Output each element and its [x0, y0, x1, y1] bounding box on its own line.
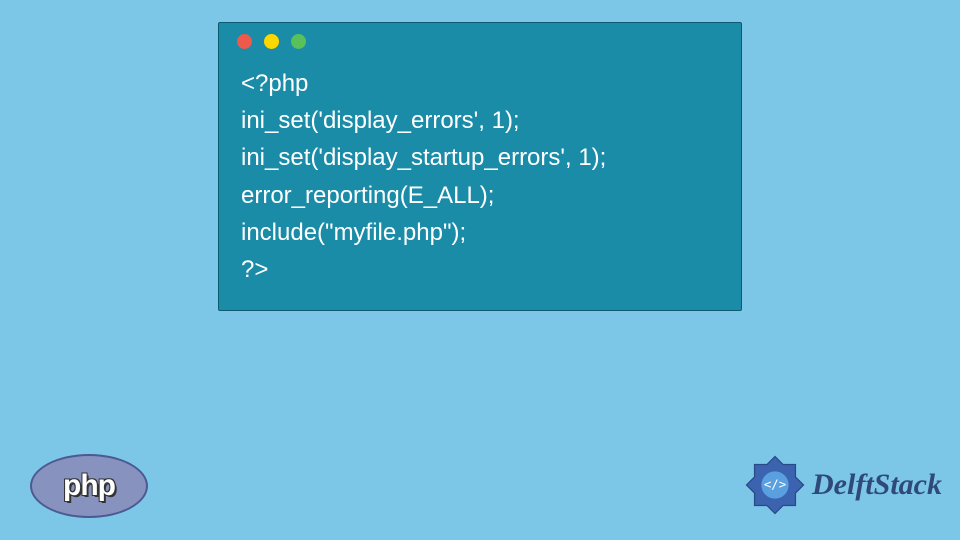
php-logo-ellipse: php — [30, 454, 148, 518]
code-window: <?php ini_set('display_errors', 1); ini_… — [218, 22, 742, 311]
svg-text:</>: </> — [764, 477, 786, 492]
code-line: error_reporting(E_ALL); — [241, 182, 494, 209]
php-logo: php — [30, 454, 148, 518]
window-titlebar — [219, 23, 741, 59]
zoom-icon[interactable] — [291, 34, 306, 49]
brand: </> DelftStack — [744, 454, 942, 516]
code-body: <?php ini_set('display_errors', 1); ini_… — [219, 59, 741, 310]
brand-gear-icon: </> — [744, 454, 806, 516]
code-line: ini_set('display_startup_errors', 1); — [241, 144, 606, 171]
brand-name: DelftStack — [812, 468, 942, 502]
code-line: ?> — [241, 256, 268, 283]
close-icon[interactable] — [237, 34, 252, 49]
php-logo-text: php — [63, 469, 115, 503]
code-line: <?php — [241, 70, 308, 97]
minimize-icon[interactable] — [264, 34, 279, 49]
code-line: ini_set('display_errors', 1); — [241, 107, 520, 134]
code-line: include("myfile.php"); — [241, 219, 466, 246]
